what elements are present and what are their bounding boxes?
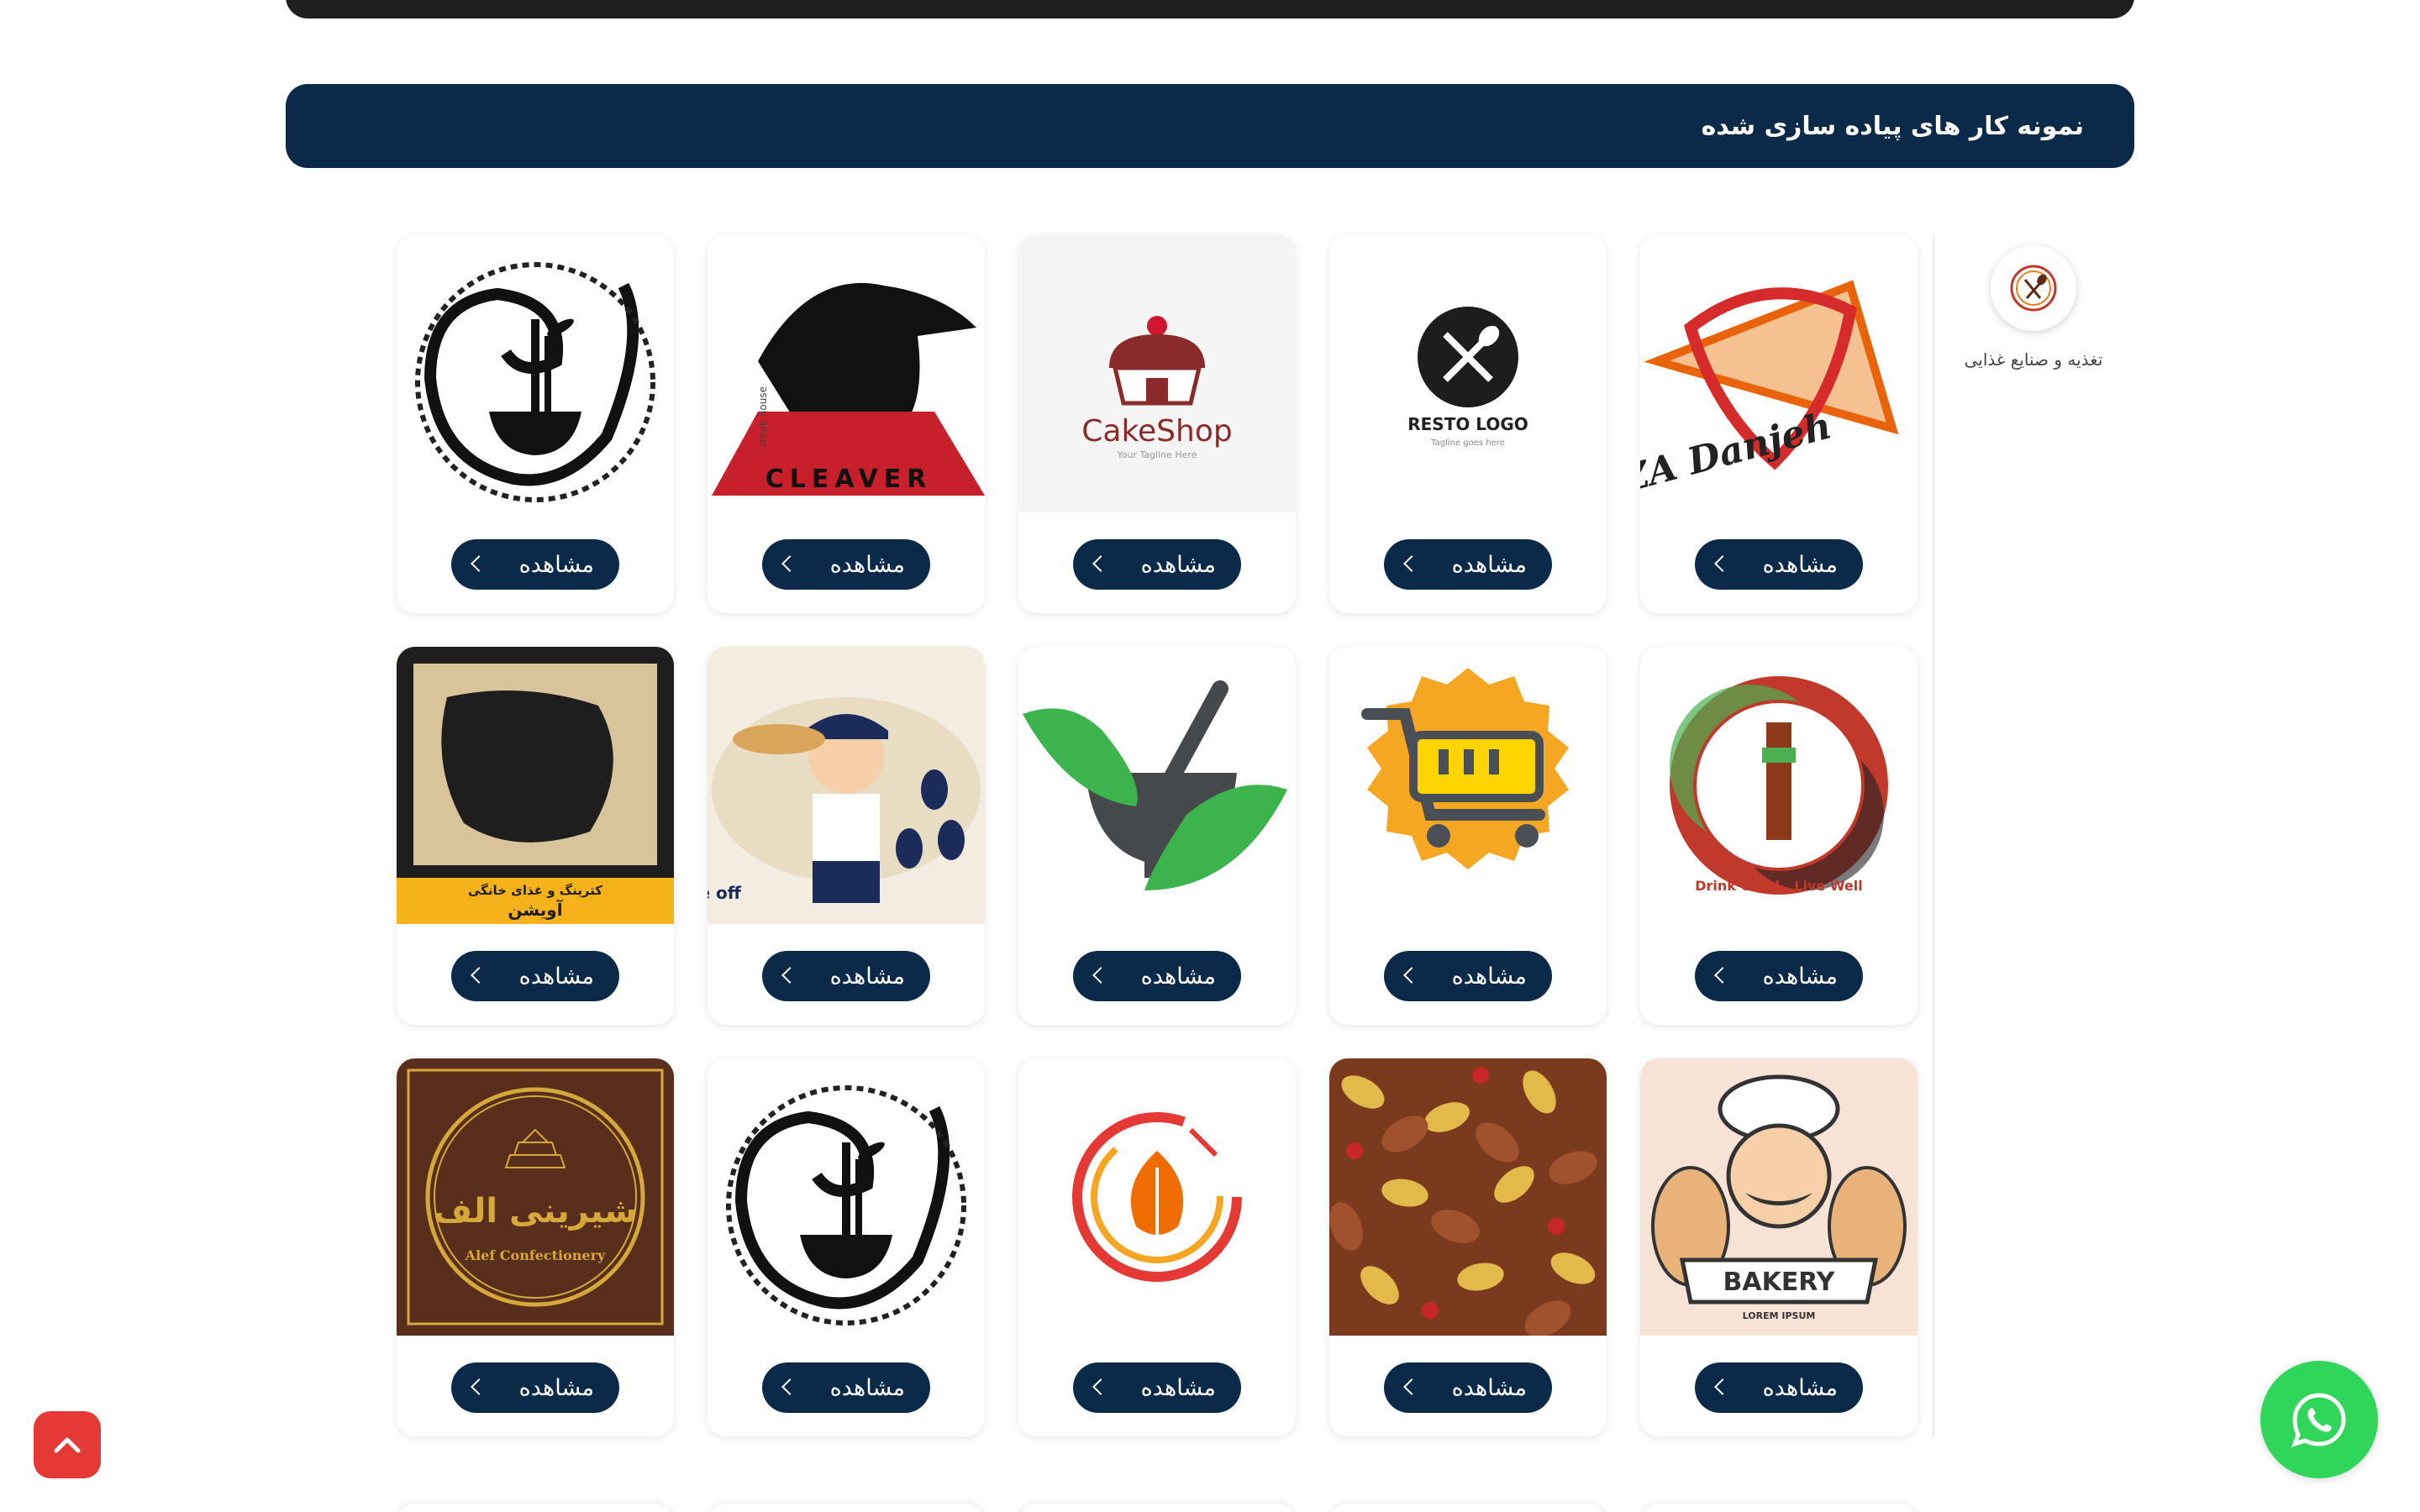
portfolio-card-avishan: کترینگ و غذای خانگی آویشن مشاهده <box>397 647 674 1025</box>
chevron-left-icon <box>781 1378 798 1395</box>
svg-text:Drink Good . Live Well: Drink Good . Live Well <box>1695 878 1862 894</box>
chevron-left-icon <box>1092 555 1109 572</box>
chevron-left-icon <box>1714 967 1731 984</box>
svg-text:آویشن: آویشن <box>508 899 563 920</box>
cleaver-logo-image: CLEAVER steak house <box>708 235 985 512</box>
view-button[interactable]: مشاهده <box>762 951 930 1001</box>
partial-card <box>1640 1504 1918 1512</box>
orange-leaf-logo-image <box>1018 1058 1296 1336</box>
svg-text:LOREM IPSUM: LOREM IPSUM <box>1743 1310 1816 1321</box>
portfolio-card-bamboo-bowl-2: مشاهده <box>708 1058 985 1436</box>
portfolio-card-cleaver: CLEAVER steak house مشاهده <box>708 235 985 613</box>
bamboo-bowl-logo-2-image <box>708 1058 985 1336</box>
bakery-logo-image: BAKERY LOREM IPSUM <box>1640 1058 1918 1336</box>
alef-confectionery-logo-image: شیرینی الف Alef Confectionery <box>397 1058 674 1336</box>
section-title-bar: نمونه کار های پیاده سازی شده <box>286 84 2134 168</box>
view-button[interactable]: مشاهده <box>1073 951 1241 1001</box>
portfolio-card-pizza-danjeh: PIZZA Danjeh مشاهده <box>1640 235 1918 613</box>
chevron-left-icon <box>1092 1378 1109 1395</box>
chevron-left-icon <box>471 967 487 984</box>
chevron-left-icon <box>781 555 798 572</box>
partial-card <box>1329 1504 1607 1512</box>
view-button[interactable]: مشاهده <box>1695 539 1863 590</box>
drink-good-logo-image: Drink Good . Live Well <box>1640 647 1918 924</box>
partial-card <box>708 1504 985 1512</box>
takeoff-pilot-logo-image: Take off <box>708 647 985 924</box>
portfolio-grid: PIZZA Danjeh مشاهده RESTO LOGO Tagline g… <box>395 235 1918 1436</box>
chevron-left-icon <box>1714 555 1731 572</box>
resto-logo-image: RESTO LOGO Tagline goes here <box>1329 235 1607 512</box>
portfolio-card-orange-leaf: مشاهده <box>1018 1058 1296 1436</box>
whatsapp-icon <box>2291 1393 2346 1448</box>
view-button[interactable]: مشاهده <box>762 1362 930 1413</box>
vertical-divider <box>1933 235 1934 1436</box>
chevron-left-icon <box>1403 1378 1420 1395</box>
chevron-left-icon <box>1403 555 1420 572</box>
portfolio-card-resto: RESTO LOGO Tagline goes here مشاهده <box>1329 235 1607 613</box>
whatsapp-chat-button[interactable] <box>2260 1361 2378 1478</box>
portfolio-card-mortar-leaf: مشاهده <box>1018 647 1296 1025</box>
portfolio-card-drink-good: Drink Good . Live Well مشاهده <box>1640 647 1918 1025</box>
svg-text:Tagline goes here: Tagline goes here <box>1430 438 1505 448</box>
portfolio-card-alef-confectionery: شیرینی الف Alef Confectionery مشاهده <box>397 1058 674 1436</box>
portfolio-card-bakery: BAKERY LOREM IPSUM مشاهده <box>1640 1058 1918 1436</box>
scroll-to-top-button[interactable] <box>34 1411 101 1478</box>
chevron-left-icon <box>471 555 487 572</box>
chevron-left-icon <box>471 1378 487 1395</box>
cakeshop-logo-image: CakeShop Your Tagline Here <box>1018 235 1296 512</box>
view-button[interactable]: مشاهده <box>1073 539 1241 590</box>
view-button[interactable]: مشاهده <box>1695 951 1863 1001</box>
fork-spoon-icon <box>1991 245 2076 331</box>
chevron-left-icon <box>1714 1378 1731 1395</box>
view-button[interactable]: مشاهده <box>451 951 619 1001</box>
bamboo-bowl-logo-image <box>397 235 674 512</box>
view-button[interactable]: مشاهده <box>1384 1362 1552 1413</box>
chevron-left-icon <box>1092 967 1109 984</box>
portfolio-card-bamboo-bowl: مشاهده <box>397 235 674 613</box>
portfolio-card-takeoff: Take off مشاهده <box>708 647 985 1025</box>
pizza-danjeh-logo-image: PIZZA Danjeh <box>1640 235 1918 512</box>
svg-text:Your Tagline Here: Your Tagline Here <box>1116 449 1197 460</box>
svg-text:شیرینی الف: شیرینی الف <box>434 1192 638 1231</box>
view-button[interactable]: مشاهده <box>1073 1362 1241 1413</box>
top-navigation-bar <box>286 0 2134 18</box>
svg-text:CLEAVER: CLEAVER <box>765 465 933 494</box>
category-item-food[interactable]: تغذیه و صنایع غذایی <box>1958 245 2109 370</box>
svg-text:Take off: Take off <box>708 883 742 903</box>
view-button[interactable]: مشاهده <box>1384 539 1552 590</box>
portfolio-card-cakeshop: CakeShop Your Tagline Here مشاهده <box>1018 235 1296 613</box>
view-button[interactable]: مشاهده <box>451 539 619 590</box>
svg-text:کترینگ و غذای خانگی: کترینگ و غذای خانگی <box>468 883 602 898</box>
svg-text:CakeShop: CakeShop <box>1081 414 1232 449</box>
portfolio-card-shopping-cart: مشاهده <box>1329 647 1607 1025</box>
nuts-photo-image <box>1329 1058 1607 1336</box>
portfolio-card-nuts: مشاهده <box>1329 1058 1607 1436</box>
svg-text:steak house: steak house <box>757 386 769 448</box>
category-label: تغذیه و صنایع غذایی <box>1964 349 2103 370</box>
svg-text:Alef Confectionery: Alef Confectionery <box>465 1247 606 1263</box>
avishan-logo-image: کترینگ و غذای خانگی آویشن <box>397 647 674 924</box>
view-button[interactable]: مشاهده <box>1695 1362 1863 1413</box>
view-button[interactable]: مشاهده <box>762 539 930 590</box>
partial-card <box>397 1504 674 1512</box>
section-title: نمونه کار های پیاده سازی شده <box>1701 111 2084 141</box>
chevron-up-icon <box>54 1437 81 1453</box>
next-row-cards <box>395 1504 1918 1512</box>
view-button[interactable]: مشاهده <box>1384 951 1552 1001</box>
svg-text:BAKERY: BAKERY <box>1723 1268 1835 1297</box>
chevron-left-icon <box>1403 967 1420 984</box>
svg-text:RESTO LOGO: RESTO LOGO <box>1407 414 1528 434</box>
shopping-cart-logo-image <box>1329 647 1607 924</box>
chevron-left-icon <box>781 967 798 984</box>
partial-card <box>1018 1504 1296 1512</box>
view-button[interactable]: مشاهده <box>451 1362 619 1413</box>
mortar-leaf-logo-image <box>1018 647 1296 924</box>
